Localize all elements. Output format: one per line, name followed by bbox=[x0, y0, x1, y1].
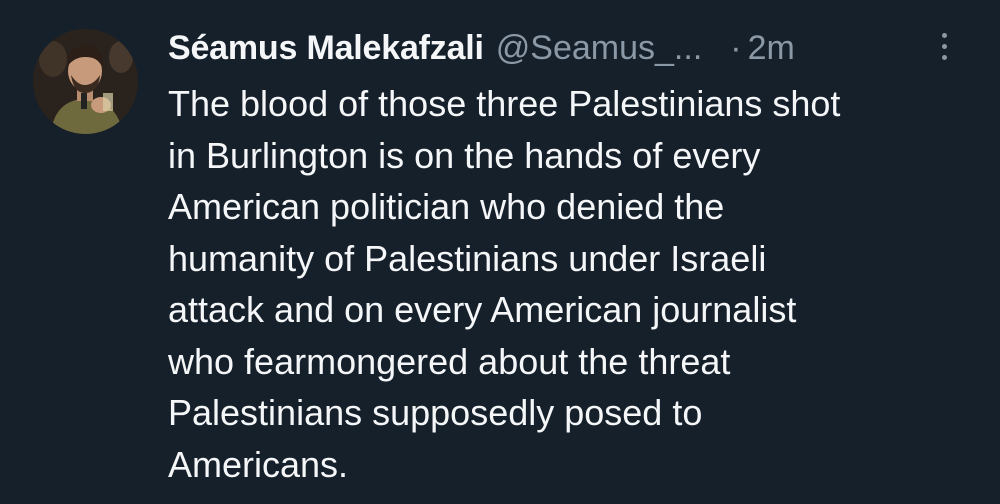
tweet-text-line: attack and on every American journalist bbox=[168, 289, 797, 330]
tweet-text-line: Americans. bbox=[168, 443, 349, 485]
avatar[interactable] bbox=[33, 29, 138, 134]
tweet-text-line: who fearmongered about the threat bbox=[168, 340, 731, 382]
tweet-text-line: in Burlington is on the hands of every bbox=[168, 134, 761, 176]
tweet-text-line: humanity of Palestinians under Israeli bbox=[168, 237, 767, 279]
separator-dot: · bbox=[730, 28, 742, 67]
tweet-header: Séamus Malekafzali @Seamus_... · 2m bbox=[168, 24, 960, 72]
timestamp[interactable]: 2m bbox=[748, 29, 795, 68]
author-handle[interactable]: @Seamus_... bbox=[496, 29, 703, 68]
tweet-text-line: The blood of those three Palestinians sh… bbox=[168, 83, 841, 124]
tweet-text: The blood of those three Palestinians sh… bbox=[168, 78, 968, 490]
author-display-name[interactable]: Séamus Malekafzali bbox=[168, 29, 484, 68]
tweet[interactable]: Séamus Malekafzali @Seamus_... · 2m The … bbox=[0, 0, 1000, 504]
more-vertical-icon[interactable] bbox=[932, 33, 956, 69]
avatar-photo-icon bbox=[33, 29, 138, 134]
tweet-text-line: Palestinians supposedly posed to bbox=[168, 392, 703, 433]
tweet-text-line: American politician who denied the bbox=[168, 186, 725, 227]
